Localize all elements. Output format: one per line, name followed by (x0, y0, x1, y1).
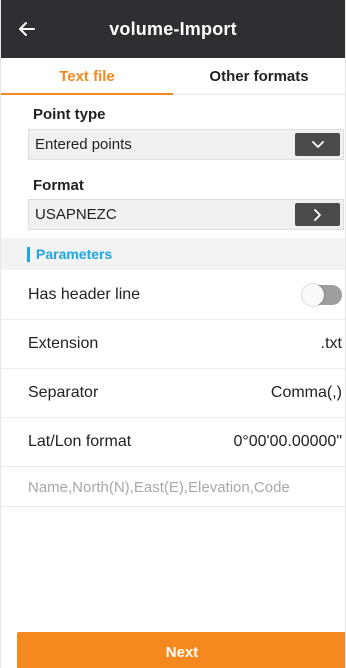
format-select[interactable]: USAPNEZC (28, 199, 344, 230)
tab-text-file[interactable]: Text file (1, 58, 173, 95)
point-type-label: Point type (33, 106, 106, 123)
point-type-section: Point type Entered points (1, 95, 345, 167)
has-header-line-toggle[interactable] (302, 284, 342, 306)
latlon-format-row[interactable]: Lat/Lon format 0°00'00.00000" (1, 418, 345, 467)
latlon-format-value: 0°00'00.00000" (233, 433, 342, 450)
separator-row[interactable]: Separator Comma(,) (1, 369, 345, 418)
chevron-right-icon (313, 208, 321, 221)
parameters-header: Parameters (1, 238, 345, 270)
format-label: Format (33, 177, 84, 194)
point-type-select[interactable]: Entered points (28, 129, 344, 160)
arrow-left-icon (19, 22, 35, 36)
chevron-down-icon (311, 140, 324, 148)
separator-value: Comma(,) (270, 384, 342, 401)
has-header-line-row: Has header line (1, 271, 345, 320)
app-header: volume-Import (1, 0, 345, 58)
section-accent-bar (27, 246, 30, 262)
has-header-line-label: Has header line (28, 286, 141, 303)
format-value: USAPNEZC (35, 206, 117, 223)
tab-other-formats[interactable]: Other formats (173, 58, 345, 94)
separator-label: Separator (28, 384, 99, 401)
point-type-value: Entered points (35, 136, 132, 153)
tab-bar: Text file Other formats (1, 58, 345, 95)
back-button[interactable] (15, 17, 39, 41)
fields-row (1, 467, 345, 507)
fields-order-input[interactable] (28, 467, 344, 507)
point-type-dropdown-button[interactable] (295, 133, 340, 156)
format-section: Format USAPNEZC (1, 167, 345, 238)
next-button[interactable]: Next (17, 632, 345, 668)
toggle-knob (302, 284, 324, 306)
parameters-title: Parameters (36, 246, 113, 262)
extension-value: .txt (320, 335, 342, 352)
extension-row[interactable]: Extension .txt (1, 320, 345, 369)
latlon-format-label: Lat/Lon format (28, 433, 132, 450)
extension-label: Extension (28, 335, 99, 352)
format-open-button[interactable] (295, 203, 340, 226)
page-title: volume-Import (109, 18, 237, 39)
import-screen: volume-Import Text file Other formats Po… (0, 0, 346, 668)
